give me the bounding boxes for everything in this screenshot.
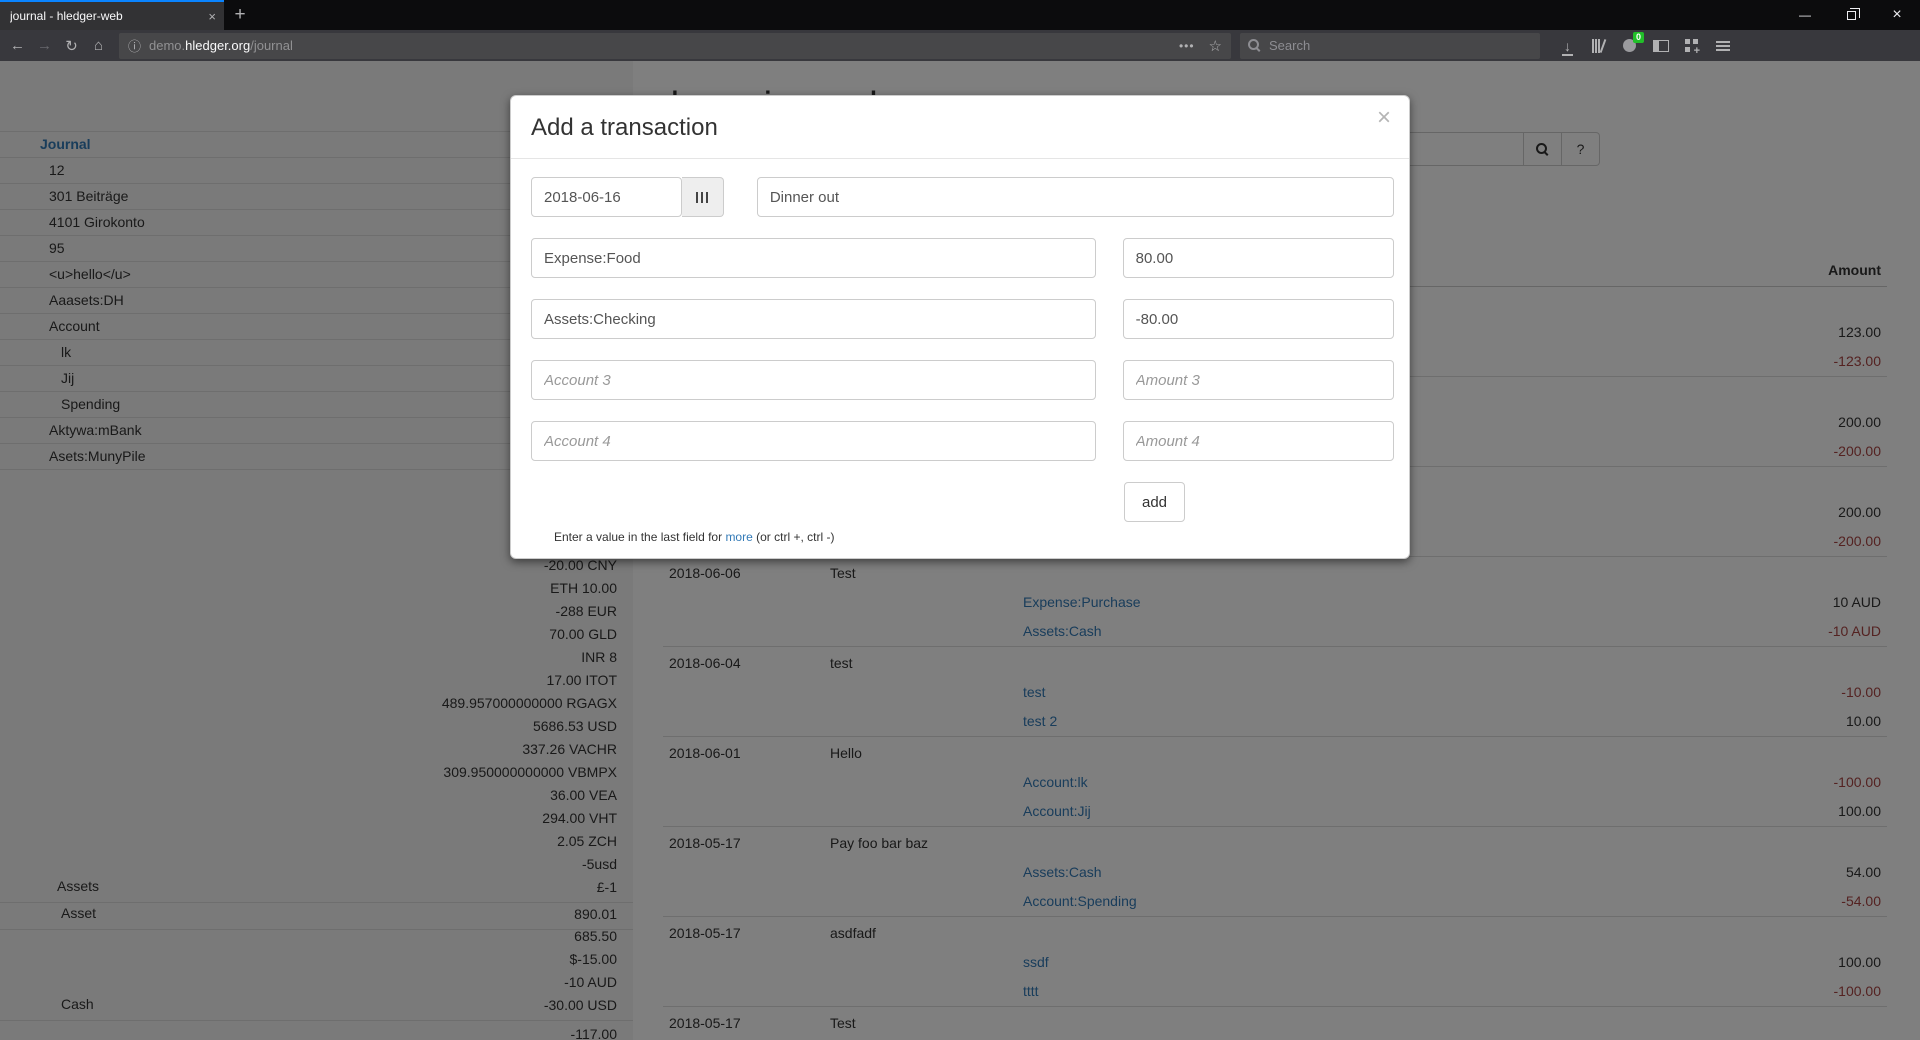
close-button[interactable]: × (1874, 0, 1920, 30)
add-transaction-modal: Add a transaction × add Enter a value in… (510, 95, 1410, 559)
site-info-icon[interactable]: ⓘ (128, 36, 141, 55)
tab-close-icon[interactable]: × (208, 10, 216, 23)
date-input[interactable] (531, 177, 682, 217)
browser-tab[interactable]: journal - hledger-web × (0, 0, 224, 30)
library-icon[interactable] (1583, 33, 1614, 59)
browser-window: journal - hledger-web × + — × ← → ↻ ⌂ ⓘ … (0, 0, 1920, 1040)
account-input-3[interactable] (531, 360, 1096, 400)
amount-input-1[interactable] (1123, 238, 1394, 278)
forward-icon[interactable]: → (31, 37, 58, 54)
downloads-icon[interactable]: ↓ (1552, 33, 1583, 59)
account-input-4[interactable] (531, 421, 1096, 461)
add-button[interactable]: add (1124, 482, 1185, 522)
more-link[interactable]: more (725, 530, 752, 544)
account-input-1[interactable] (531, 238, 1096, 278)
restore-icon (1847, 11, 1856, 20)
description-input[interactable] (757, 177, 1394, 217)
url-text: demo.hledger.org/journal (149, 38, 293, 53)
extension-icon[interactable]: 0 (1614, 33, 1645, 59)
toolbar-icons: ↓ 0 (1552, 33, 1738, 59)
modal-close-icon[interactable]: × (1377, 106, 1391, 130)
calendar-icon (696, 192, 708, 203)
extension-badge: 0 (1633, 32, 1644, 43)
date-picker-button[interactable] (682, 177, 724, 217)
account-amount-row (531, 238, 1394, 278)
account-amount-row (531, 299, 1394, 339)
menu-icon[interactable] (1707, 33, 1738, 59)
window-controls: — × (1782, 0, 1920, 30)
bookmark-star-icon[interactable]: ☆ (1209, 37, 1222, 55)
navigation-toolbar: ← → ↻ ⌂ ⓘ demo.hledger.org/journal ••• ☆… (0, 30, 1920, 61)
search-placeholder: Search (1269, 38, 1310, 53)
search-icon (1248, 39, 1261, 52)
amount-input-3[interactable] (1123, 360, 1394, 400)
reload-icon[interactable]: ↻ (58, 37, 85, 55)
date-description-row (531, 177, 1394, 217)
tab-bar: journal - hledger-web × + — × (0, 0, 1920, 30)
account-amount-row (531, 360, 1394, 400)
browser-search-bar[interactable]: Search (1240, 33, 1540, 59)
tab-title: journal - hledger-web (10, 9, 123, 23)
modal-title: Add a transaction (531, 111, 1389, 144)
account-amount-row (531, 421, 1394, 461)
account-input-2[interactable] (531, 299, 1096, 339)
page-actions-icon[interactable]: ••• (1179, 39, 1195, 53)
new-tab-button[interactable]: + (224, 0, 256, 30)
amount-input-4[interactable] (1123, 421, 1394, 461)
posting-rows (531, 238, 1394, 461)
hint-text: Enter a value in the last field for more… (554, 530, 1394, 544)
home-icon[interactable]: ⌂ (85, 37, 112, 54)
modal-header: Add a transaction × (511, 96, 1409, 159)
modal-body: add Enter a value in the last field for … (511, 159, 1409, 558)
back-icon[interactable]: ← (4, 37, 31, 54)
url-bar[interactable]: ⓘ demo.hledger.org/journal ••• ☆ (119, 33, 1231, 59)
add-row: add (1124, 482, 1394, 522)
sidebar-toggle-icon[interactable] (1645, 33, 1676, 59)
restore-button[interactable] (1828, 0, 1874, 30)
amount-input-2[interactable] (1123, 299, 1394, 339)
minimize-button[interactable]: — (1782, 0, 1828, 30)
apps-grid-icon[interactable] (1676, 33, 1707, 59)
page-viewport: Journal12301 Beiträge4101 Girokonto95<u>… (0, 61, 1920, 1040)
